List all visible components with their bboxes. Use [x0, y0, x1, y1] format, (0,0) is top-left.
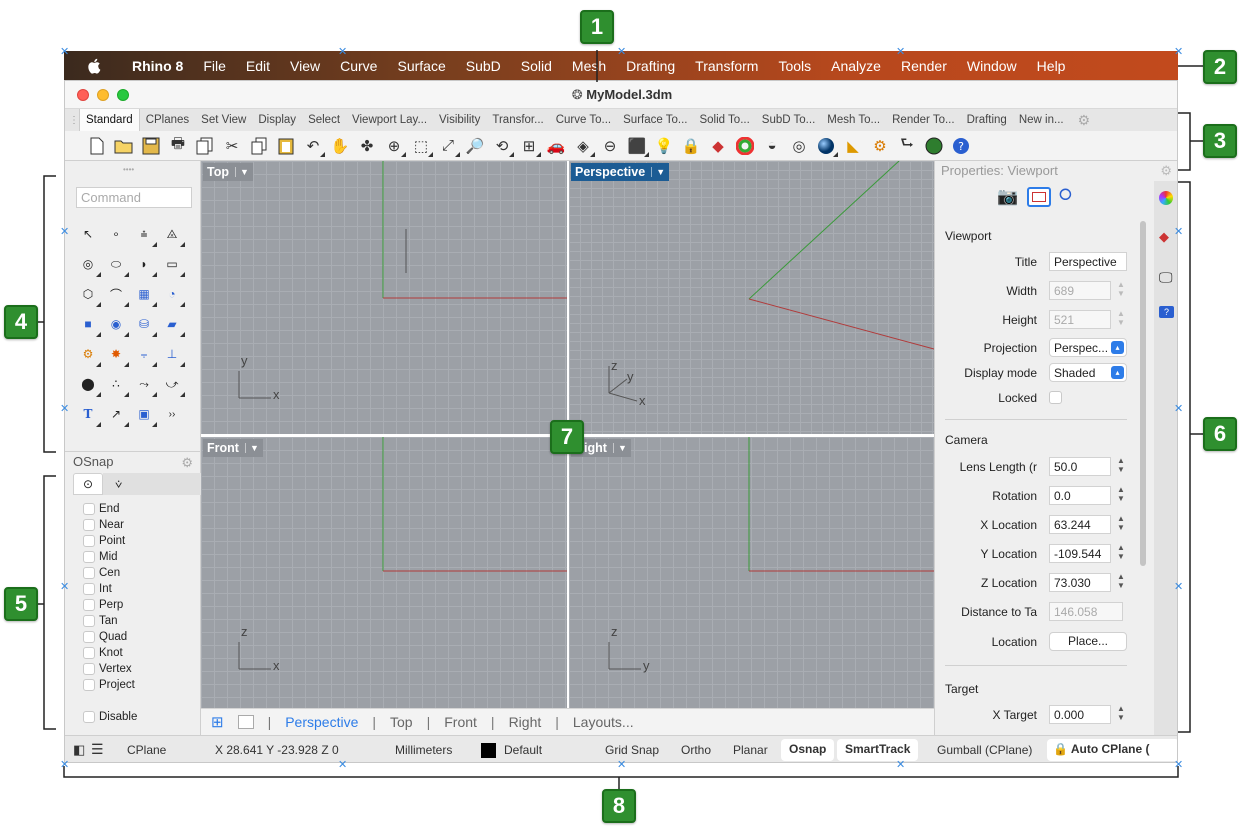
callout-5: 5 [4, 587, 38, 621]
marker-icon: ✕ [60, 226, 70, 238]
marker-icon: ✕ [60, 581, 70, 593]
callout-7: 7 [550, 420, 584, 454]
marker-icon: ✕ [338, 46, 348, 58]
marker-icon: ✕ [1174, 46, 1184, 58]
marker-icon: ✕ [896, 759, 906, 771]
marker-icon: ✕ [1174, 226, 1184, 238]
marker-icon: ✕ [60, 46, 70, 58]
marker-icon: ✕ [1174, 581, 1184, 593]
marker-icon: ✕ [60, 759, 70, 771]
marker-icon: ✕ [1174, 403, 1184, 415]
marker-icon: ✕ [617, 46, 627, 58]
callout-6: 6 [1203, 417, 1237, 451]
marker-icon: ✕ [617, 759, 627, 771]
callout-lines [37, 50, 1203, 789]
callout-2: 2 [1203, 50, 1237, 84]
callout-8: 8 [602, 789, 636, 823]
marker-icon: ✕ [896, 46, 906, 58]
callout-1: 1 [580, 10, 614, 44]
callout-4: 4 [4, 305, 38, 339]
marker-icon: ✕ [338, 759, 348, 771]
marker-icon: ✕ [1174, 759, 1184, 771]
marker-icon: ✕ [60, 403, 70, 415]
callout-3: 3 [1203, 124, 1237, 158]
